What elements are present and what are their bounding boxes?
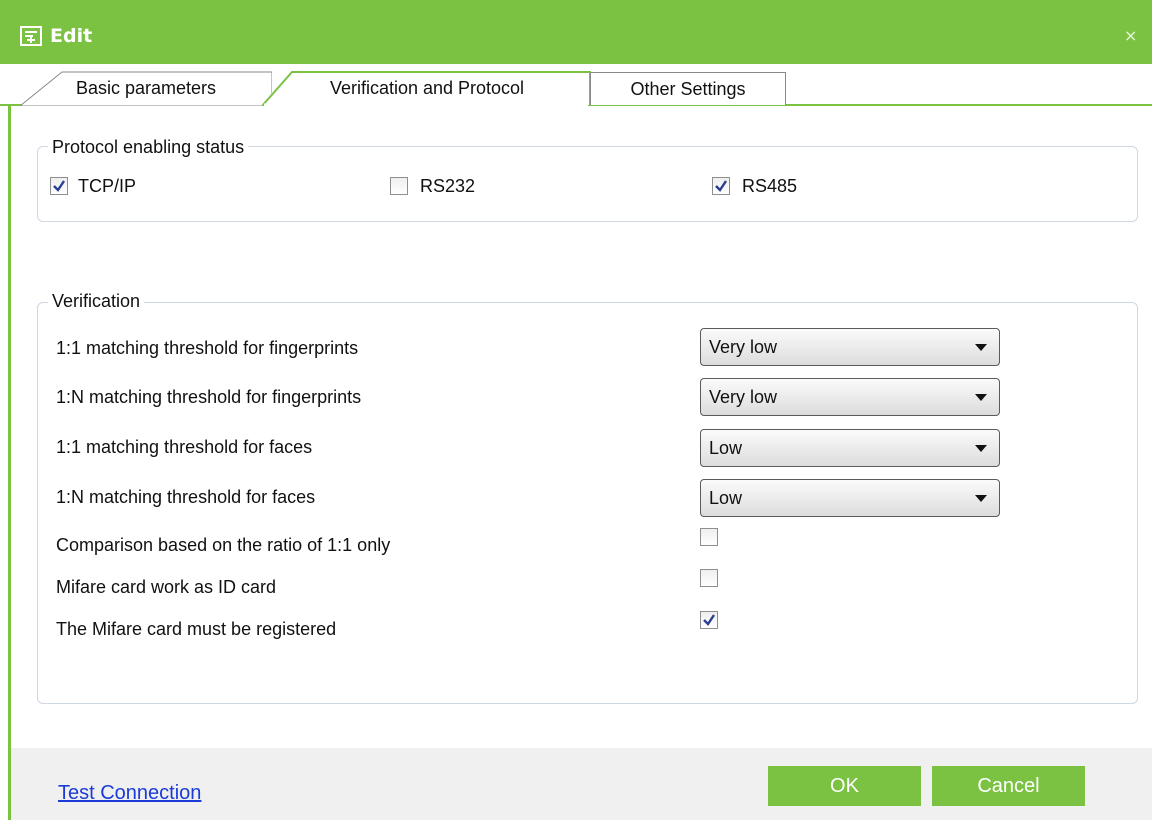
close-icon[interactable]: × bbox=[1124, 26, 1137, 46]
tab-basic-parameters[interactable]: Basic parameters bbox=[20, 70, 272, 106]
ratio-1to1-checkbox[interactable] bbox=[700, 528, 718, 546]
select-value: Low bbox=[709, 488, 743, 508]
rs232-label: RS232 bbox=[420, 176, 476, 196]
tcpip-checkbox[interactable] bbox=[50, 177, 68, 195]
window-title: Edit bbox=[50, 25, 93, 47]
fp-1toN-label: 1:N matching threshold for fingerprints bbox=[56, 387, 362, 407]
tab-label: Other Settings bbox=[630, 79, 746, 99]
tab-other-settings[interactable]: Other Settings bbox=[590, 72, 786, 105]
select-value: Very low bbox=[709, 387, 778, 407]
mifare-registered-checkbox[interactable] bbox=[700, 611, 718, 629]
mifare-id-label: Mifare card work as ID card bbox=[56, 577, 277, 597]
face-1to1-label: 1:1 matching threshold for faces bbox=[56, 437, 313, 457]
ok-button[interactable]: OK bbox=[768, 766, 921, 806]
face-1to1-select[interactable]: Low bbox=[700, 429, 1000, 467]
face-1toN-label: 1:N matching threshold for faces bbox=[56, 487, 316, 507]
fp-1to1-label: 1:1 matching threshold for fingerprints bbox=[56, 338, 359, 358]
mifare-id-checkbox[interactable] bbox=[700, 569, 718, 587]
verification-legend: Verification bbox=[48, 290, 145, 312]
fp-1to1-select[interactable]: Very low bbox=[700, 328, 1000, 366]
face-1toN-select[interactable]: Low bbox=[700, 479, 1000, 517]
title-bar: Edit × bbox=[0, 0, 1152, 64]
tab-label: Verification and Protocol bbox=[329, 78, 525, 98]
rs232-checkbox[interactable] bbox=[390, 177, 408, 195]
protocol-legend: Protocol enabling status bbox=[48, 136, 249, 158]
tab-label: Basic parameters bbox=[75, 78, 217, 98]
select-value: Low bbox=[709, 438, 743, 458]
cancel-button[interactable]: Cancel bbox=[932, 766, 1085, 806]
test-connection-link[interactable]: Test Connection bbox=[58, 781, 201, 805]
rs485-checkbox[interactable] bbox=[712, 177, 730, 195]
select-value: Very low bbox=[709, 337, 778, 357]
checkmark-icon bbox=[715, 180, 727, 192]
dropdown-arrow-icon bbox=[975, 344, 987, 351]
rs485-label: RS485 bbox=[742, 176, 798, 196]
tcpip-label: TCP/IP bbox=[78, 176, 137, 196]
dropdown-arrow-icon bbox=[975, 495, 987, 502]
fp-1toN-select[interactable]: Very low bbox=[700, 378, 1000, 416]
checkmark-icon bbox=[703, 614, 715, 626]
dropdown-arrow-icon bbox=[975, 394, 987, 401]
checkmark-icon bbox=[53, 180, 65, 192]
dropdown-arrow-icon bbox=[975, 445, 987, 452]
form-edit-icon bbox=[20, 26, 42, 46]
mifare-registered-label: The Mifare card must be registered bbox=[56, 619, 337, 639]
ratio-1to1-label: Comparison based on the ratio of 1:1 onl… bbox=[56, 535, 391, 555]
tab-verification-and-protocol[interactable]: Verification and Protocol bbox=[262, 70, 592, 106]
